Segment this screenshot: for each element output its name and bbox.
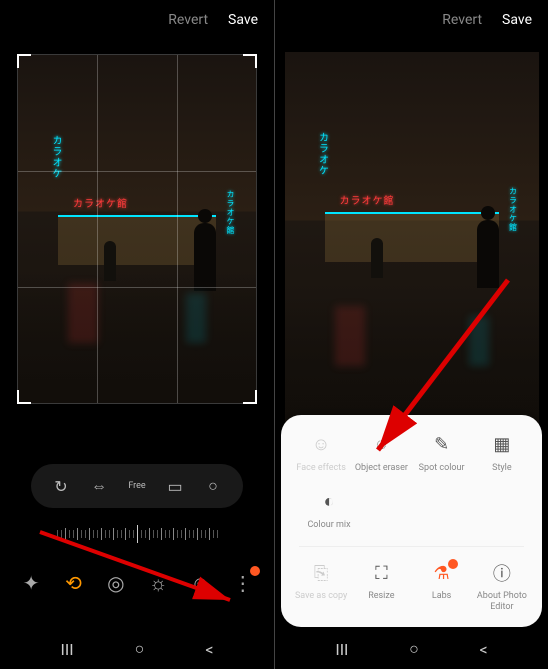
more-menu-sheet: ☺ Face effects ◌ Object eraser ✎ Spot co… [281, 415, 542, 627]
save-copy-icon: ⎘ [309, 561, 333, 585]
back-button[interactable]: < [205, 640, 213, 659]
spot-colour-option[interactable]: ✎ Spot colour [412, 433, 472, 474]
menu-label: Save as copy [295, 591, 347, 602]
system-navbar: III ○ < [0, 627, 274, 669]
storefront [58, 215, 216, 265]
dropper-icon: ✎ [430, 433, 454, 457]
grid-line [97, 55, 98, 403]
menu-label: Colour mix [307, 520, 350, 531]
storefront [325, 212, 499, 262]
style-icon: ▦ [490, 433, 514, 457]
free-ratio-icon[interactable]: Free [127, 476, 147, 496]
resize-icon: ⛶ [369, 561, 393, 585]
back-button[interactable]: < [479, 640, 487, 659]
menu-label: Style [492, 463, 512, 474]
menu-label: Labs [432, 591, 451, 602]
object-eraser-option[interactable]: ◌ Object eraser [351, 433, 411, 474]
labs-option[interactable]: ⚗ Labs [412, 561, 472, 613]
more-icon[interactable]: ⋮ [230, 570, 256, 596]
save-button[interactable]: Save [228, 12, 258, 28]
rotation-ruler[interactable] [10, 522, 264, 546]
system-navbar: III ○ < [275, 627, 548, 669]
recents-button[interactable]: III [61, 640, 74, 659]
menu-label: Object eraser [355, 463, 408, 474]
eraser-icon: ◌ [369, 433, 393, 457]
divider [299, 546, 524, 547]
save-as-copy-option: ⎘ Save as copy [291, 561, 351, 613]
colour-mix-icon: ◐ [317, 490, 341, 514]
editor-header: Revert Save [0, 0, 274, 40]
flip-icon[interactable]: ⇔ [89, 476, 109, 496]
face-icon: ☺ [309, 433, 333, 457]
photo-canvas[interactable]: カラオケ カラオケ館 カラオケ館 [285, 52, 539, 426]
grid-line [18, 171, 256, 172]
brightness-icon[interactable]: ☼ [145, 570, 171, 596]
menu-label: Spot colour [419, 463, 465, 474]
rotate-icon[interactable]: ↻ [51, 476, 71, 496]
phone-left: Revert Save カラオケ カラオケ館 カラオケ館 ↻ ⇔ Free ▭ … [0, 0, 274, 669]
notification-badge [448, 559, 458, 569]
recents-button[interactable]: III [335, 640, 348, 659]
neon-sign: カラオケ館 [73, 195, 128, 210]
crop-handle[interactable] [17, 54, 31, 68]
grid-line [177, 55, 178, 403]
crop-handle[interactable] [243, 54, 257, 68]
resize-option[interactable]: ⛶ Resize [351, 561, 411, 613]
neon-sign: カラオケ館 [225, 190, 236, 235]
ratio-toolbar: ↻ ⇔ Free ▭ ○ [31, 464, 243, 508]
magic-icon[interactable]: ✦ [18, 570, 44, 596]
neon-sign: カラオケ館 [508, 187, 519, 232]
grid-line [18, 287, 256, 288]
emoji-icon[interactable]: ☺ [187, 570, 213, 596]
photo-canvas[interactable]: カラオケ カラオケ館 カラオケ館 [17, 54, 257, 404]
crop-handle[interactable] [17, 390, 31, 404]
menu-label: Resize [368, 591, 394, 602]
colour-mix-option[interactable]: ◐ Colour mix [299, 490, 359, 531]
crop-handle[interactable] [243, 390, 257, 404]
menu-label: About Photo Editor [472, 591, 532, 613]
editor-header: Revert Save [275, 0, 548, 40]
phone-right: Revert Save カラオケ カラオケ館 カラオケ館 ☺ Face effe… [274, 0, 548, 669]
reflection [18, 273, 256, 403]
labs-icon: ⚗ [430, 561, 454, 585]
reflection [285, 296, 539, 426]
editor-tool-tabs: ✦ ⟲ ◎ ☼ ☺ ⋮ [0, 546, 274, 610]
face-effects-option: ☺ Face effects [291, 433, 351, 474]
revert-button[interactable]: Revert [442, 12, 482, 28]
neon-sign: カラオケ [48, 135, 63, 179]
menu-label: Face effects [296, 463, 345, 474]
neon-sign: カラオケ [315, 132, 330, 176]
about-option[interactable]: ⓘ About Photo Editor [472, 561, 532, 613]
filter-icon[interactable]: ◎ [103, 570, 129, 596]
original-ratio-icon[interactable]: ○ [203, 476, 223, 496]
info-icon: ⓘ [490, 561, 514, 585]
notification-badge [250, 566, 260, 576]
menu-row: ⎘ Save as copy ⛶ Resize ⚗ Labs ⓘ About P… [291, 561, 532, 613]
silhouette [371, 238, 383, 278]
menu-row: ◐ Colour mix [291, 490, 532, 531]
crop-icon[interactable]: ⟲ [60, 570, 86, 596]
revert-button[interactable]: Revert [168, 12, 208, 28]
aspect-ratio-icon[interactable]: ▭ [165, 476, 185, 496]
neon-sign: カラオケ館 [340, 192, 395, 207]
silhouette [477, 220, 499, 288]
home-button[interactable]: ○ [409, 639, 419, 659]
save-button[interactable]: Save [502, 12, 532, 28]
home-button[interactable]: ○ [135, 639, 145, 659]
style-option[interactable]: ▦ Style [472, 433, 532, 474]
menu-row: ☺ Face effects ◌ Object eraser ✎ Spot co… [291, 433, 532, 474]
